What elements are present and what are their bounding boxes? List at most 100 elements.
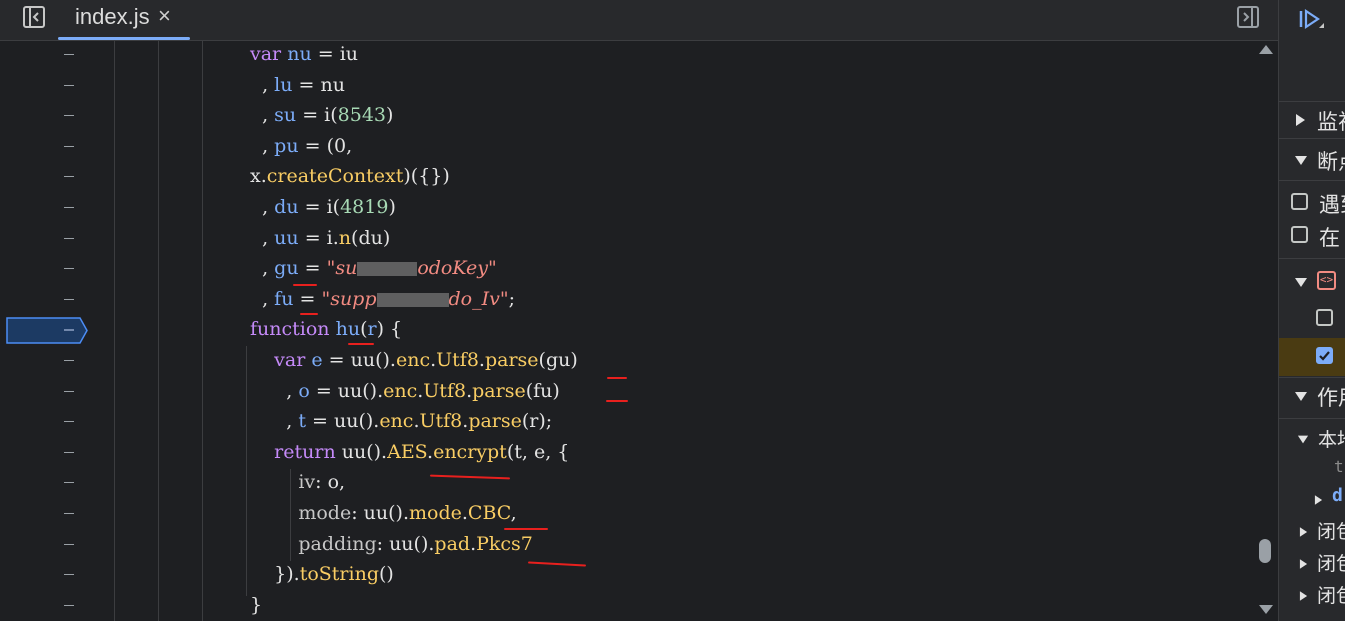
gutter-line-dash[interactable] xyxy=(64,268,74,270)
toggle-debugger-panel-icon[interactable] xyxy=(1236,5,1260,29)
panel-row-label: 在 xyxy=(1319,227,1340,250)
code-token: , xyxy=(250,379,299,402)
code-token: , xyxy=(250,134,275,157)
panel-row-label: 本地 xyxy=(1318,430,1345,451)
code-token: lu xyxy=(274,73,293,96)
gutter-line-dash[interactable] xyxy=(64,84,74,86)
resume-icon[interactable] xyxy=(1297,6,1325,32)
checkbox[interactable] xyxy=(1316,309,1333,326)
vertical-scrollbar[interactable] xyxy=(1256,41,1276,621)
gutter-line-dash[interactable] xyxy=(64,54,74,55)
code-token: , xyxy=(250,196,275,218)
gutter-line-dash[interactable] xyxy=(64,390,74,392)
code-token: fu xyxy=(274,287,294,310)
code-token: ) xyxy=(388,196,396,218)
code-editor[interactable]: var nu = iu , lu = nu , su = i(8543) , p… xyxy=(0,41,1278,621)
collapse-arrow-icon[interactable] xyxy=(1297,435,1309,444)
code-token: = nu xyxy=(292,73,345,96)
expand-arrow-icon[interactable] xyxy=(1299,527,1308,537)
gutter-line-dash[interactable] xyxy=(64,604,74,606)
code-token: "supp xyxy=(321,287,377,310)
panel-divider xyxy=(1279,258,1345,259)
gutter-line-dash[interactable] xyxy=(64,115,74,117)
code-line: , uu = i.n(du) xyxy=(250,223,390,253)
code-token: hu xyxy=(335,318,361,341)
collapse-arrow-icon[interactable] xyxy=(1295,278,1307,287)
code-token: do_Iv" xyxy=(448,287,509,310)
gutter-line-dash[interactable] xyxy=(64,176,74,178)
toggle-navigator-icon[interactable] xyxy=(22,5,46,29)
code-token: var xyxy=(274,349,306,371)
breakpoint-marker[interactable] xyxy=(6,317,88,344)
gutter-line-dash[interactable] xyxy=(64,237,74,239)
checkbox[interactable] xyxy=(1291,193,1308,210)
panel-row-label: d xyxy=(1332,485,1343,506)
expand-arrow-icon[interactable] xyxy=(1299,559,1308,569)
code-token: , xyxy=(250,73,275,96)
code-token: 8543 xyxy=(337,104,387,127)
code-token: (r); xyxy=(521,410,553,433)
code-token: nu xyxy=(287,43,312,65)
checkbox-checked[interactable] xyxy=(1316,347,1333,364)
close-icon[interactable]: × xyxy=(158,3,171,29)
expand-arrow-icon[interactable] xyxy=(1314,495,1323,505)
code-token: du xyxy=(274,196,299,218)
code-token: gu xyxy=(274,257,299,280)
code-token: , xyxy=(250,226,275,249)
tab-index-js[interactable]: index.js × xyxy=(58,0,190,40)
redacted-text xyxy=(376,292,449,307)
panel-divider xyxy=(1279,418,1345,419)
code-token: toString xyxy=(299,563,379,586)
scroll-up-icon[interactable] xyxy=(1259,45,1273,54)
gutter-line-dash[interactable] xyxy=(64,360,74,361)
code-token: Utf8 xyxy=(419,410,463,433)
gutter-line-dash[interactable] xyxy=(64,421,74,423)
code-token: ( xyxy=(360,318,368,341)
gutter-line-dash[interactable] xyxy=(64,145,74,147)
code-token: mode xyxy=(408,502,462,524)
code-line: }).toString() xyxy=(250,559,394,589)
gutter-line-dash[interactable] xyxy=(64,574,74,576)
code-token: return xyxy=(274,440,336,463)
code-token: x. xyxy=(250,165,267,188)
gutter-line-dash[interactable] xyxy=(64,543,74,545)
code-token: : uu(). xyxy=(376,532,435,555)
code-token: var xyxy=(250,43,282,65)
collapse-arrow-icon[interactable] xyxy=(1295,156,1307,165)
code-token: } xyxy=(250,593,263,616)
collapse-arrow-icon[interactable] xyxy=(1295,392,1307,401)
panel-row-label: 闭包 xyxy=(1317,522,1345,543)
panel-divider xyxy=(1279,138,1345,139)
code-token: = xyxy=(311,43,340,65)
debugger-toolbar xyxy=(1279,0,1345,102)
expand-arrow-icon[interactable] xyxy=(1296,114,1305,126)
code-token: = xyxy=(293,287,322,310)
code-token: uu xyxy=(274,226,299,249)
annotation-underline xyxy=(429,474,511,480)
indent-guide xyxy=(114,41,115,621)
code-token: CBC xyxy=(467,502,511,524)
panel-row-label: t xyxy=(1334,457,1344,476)
code-line: var nu = iu xyxy=(250,41,358,69)
annotation-underline xyxy=(607,377,627,379)
annotation-underline xyxy=(504,528,548,530)
code-line: padding: uu().pad.Pkcs7 xyxy=(250,529,533,559)
code-line: , pu = (0, xyxy=(250,131,352,161)
gutter-line-dash[interactable] xyxy=(64,482,74,484)
code-token: iv xyxy=(298,471,316,494)
gutter-line-dash[interactable] xyxy=(64,207,74,208)
code-token: "su xyxy=(326,257,358,280)
code-token: Utf8 xyxy=(423,379,467,402)
expand-arrow-icon[interactable] xyxy=(1299,591,1308,601)
scroll-down-icon[interactable] xyxy=(1259,605,1273,614)
scroll-thumb[interactable] xyxy=(1259,539,1271,563)
gutter-line-dash[interactable] xyxy=(64,513,74,514)
gutter-line-dash[interactable] xyxy=(64,298,74,300)
checkbox[interactable] xyxy=(1291,226,1308,243)
code-line: , du = i(4819) xyxy=(250,192,396,222)
code-token: parse xyxy=(472,379,526,402)
panel-divider xyxy=(1279,377,1345,378)
gutter-line-dash[interactable] xyxy=(64,451,74,453)
